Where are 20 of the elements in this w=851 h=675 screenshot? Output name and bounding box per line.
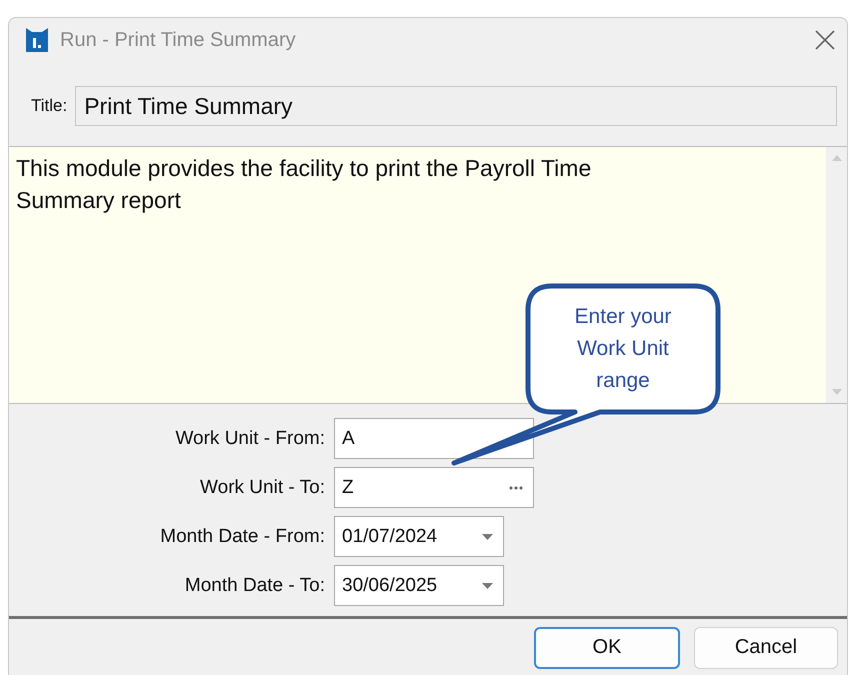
window-title: Run - Print Time Summary (60, 28, 297, 52)
field-label: Month Date - To: (184, 574, 325, 596)
close-icon[interactable] (815, 30, 835, 50)
date-field[interactable]: 30/06/2025 (334, 565, 504, 606)
field-label: Work Unit - From: (175, 428, 325, 450)
dropdown-caret-icon[interactable] (482, 582, 493, 588)
input-field[interactable]: Z (334, 467, 534, 508)
title-label: Title: (31, 96, 68, 116)
description-text: This module provides the facility to print the Payroll Time Summary report (16, 154, 592, 215)
callout-text: Enter your Work Unit range (574, 304, 672, 394)
title-field: Print Time Summary (75, 86, 837, 126)
ok-button[interactable]: OK (534, 626, 680, 668)
field-label: Month Date - From: (160, 526, 325, 548)
cancel-button[interactable]: Cancel (694, 626, 838, 668)
ellipsis-icon[interactable] (509, 486, 523, 490)
input-field[interactable]: A (334, 418, 534, 459)
field-label: Work Unit - To: (200, 476, 325, 498)
dropdown-caret-icon[interactable] (482, 534, 493, 540)
date-field[interactable]: 01/07/2024 (334, 516, 504, 557)
app-logo-icon (26, 28, 48, 52)
